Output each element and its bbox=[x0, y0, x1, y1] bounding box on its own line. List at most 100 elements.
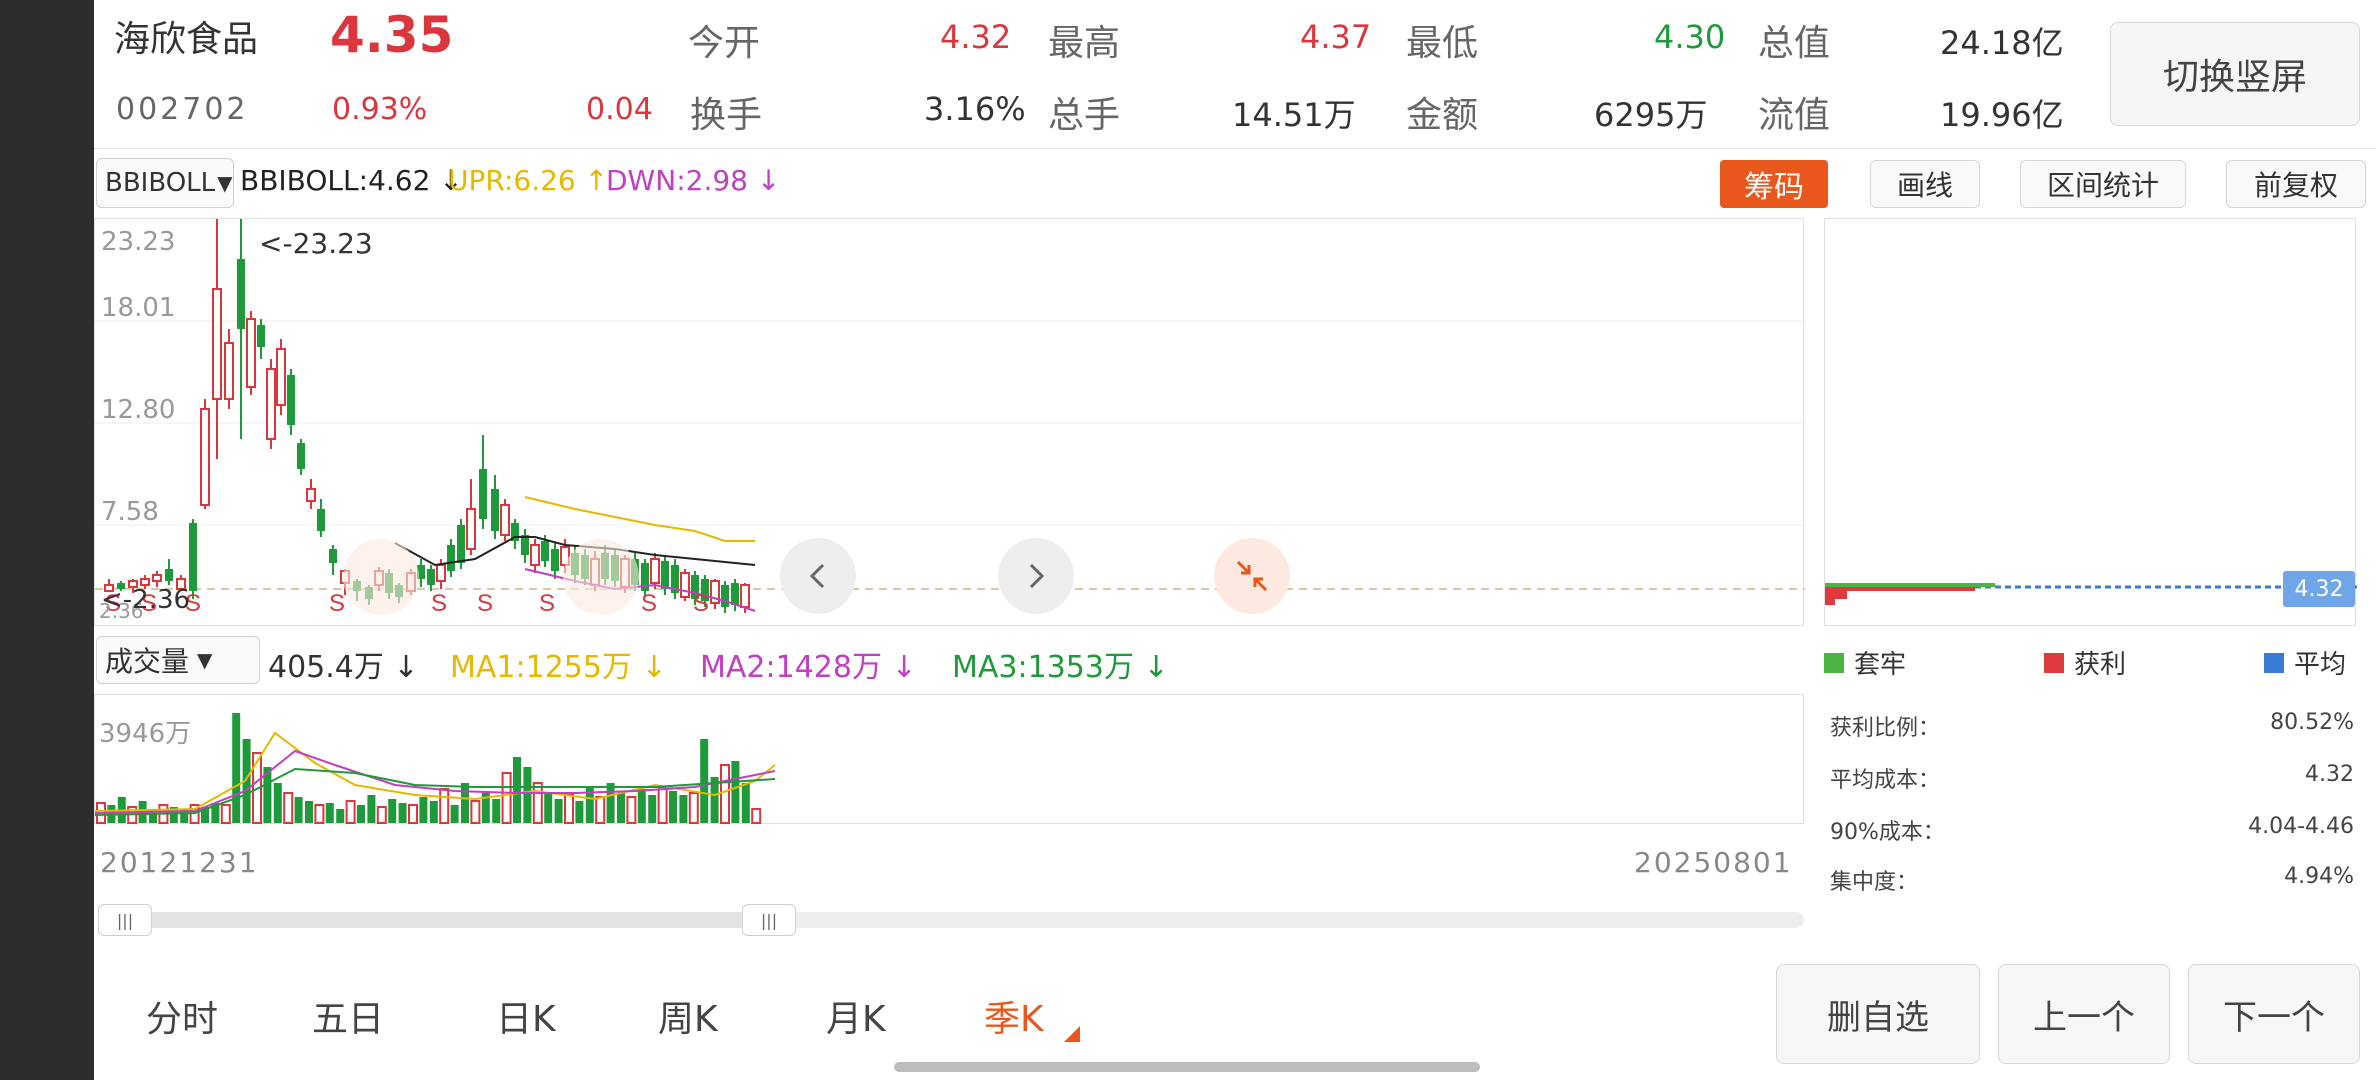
svg-text:S: S bbox=[693, 590, 709, 617]
high-value: 4.37 bbox=[1300, 18, 1372, 56]
volume-select-label: 成交量 bbox=[105, 645, 190, 678]
chip-svg bbox=[1825, 583, 2357, 605]
max-annotation: <-23.23 bbox=[259, 227, 373, 260]
high-label: 最高 bbox=[1048, 23, 1121, 64]
mktcap-label: 总值 bbox=[1758, 23, 1831, 64]
kline-chart[interactable]: SSSSSSSSS 23.23 18.01 12.80 7.58 2.36 <-… bbox=[94, 218, 1805, 626]
mktcap-value: 24.18亿 bbox=[1940, 24, 2064, 62]
stat-label-profit-ratio: 获利比例： bbox=[1830, 716, 1941, 741]
volume-value: 405.4万 ↓ bbox=[268, 650, 419, 685]
stat-label-avg-cost: 平均成本： bbox=[1830, 768, 1941, 793]
dwn-value: DWN:2.98 ↓ bbox=[606, 164, 781, 197]
range-slider-right-handle[interactable]: ||| bbox=[742, 904, 796, 936]
amount-value: 6295万 bbox=[1594, 96, 1708, 134]
end-date: 20250801 bbox=[1634, 846, 1793, 879]
stock-name: 海欣食品 bbox=[114, 19, 259, 60]
stat-value-concentration: 4.94% bbox=[2284, 864, 2354, 889]
vol-ma3: MA3:1353万 ↓ bbox=[952, 650, 1169, 685]
next-stock-button[interactable]: 下一个 bbox=[2188, 964, 2360, 1064]
change-pct: 0.93% bbox=[332, 92, 428, 127]
open-value: 4.32 bbox=[940, 18, 1012, 56]
stat-value-profit-ratio: 80.52% bbox=[2270, 710, 2354, 735]
legend-swatch bbox=[2264, 652, 2284, 673]
chip-distribution-chart: 4.32 bbox=[1824, 218, 2357, 626]
draw-line-button[interactable]: 画线 bbox=[1870, 160, 1980, 208]
chip-button[interactable]: 筹码 bbox=[1720, 160, 1828, 208]
open-label: 今开 bbox=[688, 23, 761, 64]
legend-trapped: 套牢 bbox=[1824, 644, 1906, 681]
float-label: 流值 bbox=[1758, 95, 1831, 136]
legend-profit: 获利 bbox=[2044, 644, 2126, 681]
svg-text:S: S bbox=[641, 590, 657, 617]
svg-text:S: S bbox=[477, 590, 493, 617]
scroll-left-button[interactable] bbox=[780, 538, 856, 614]
volume-indicator-select[interactable]: 成交量 ▼ bbox=[96, 636, 260, 684]
range-stats-button[interactable]: 区间统计 bbox=[2020, 160, 2186, 208]
chevron-down-icon: ▼ bbox=[197, 648, 213, 672]
volume-max-label: 3946万 bbox=[99, 719, 192, 749]
volume-svg bbox=[95, 713, 776, 824]
amount-label: 金额 bbox=[1406, 95, 1479, 136]
volume-label: 总手 bbox=[1048, 95, 1121, 136]
svg-text:S: S bbox=[539, 590, 555, 617]
left-system-bar bbox=[0, 0, 94, 1080]
legend-swatch bbox=[2044, 652, 2064, 673]
stat-label-90-cost: 90%成本： bbox=[1830, 820, 1945, 845]
tab-intraday[interactable]: 分时 bbox=[146, 990, 218, 1042]
price-adjust-button[interactable]: 前复权 bbox=[2226, 160, 2366, 208]
header-divider bbox=[94, 148, 2376, 149]
low-label: 最低 bbox=[1406, 23, 1479, 64]
indicator-select-label: BBIBOLL bbox=[105, 168, 216, 198]
upr-value: UPR:6.26 ↑ bbox=[448, 164, 609, 197]
chevron-down-icon: ▼ bbox=[217, 171, 233, 195]
legend-label: 获利 bbox=[2074, 650, 2127, 680]
vol-ma1: MA1:1255万 ↓ bbox=[450, 650, 667, 685]
shrink-arrows-icon bbox=[1236, 560, 1268, 592]
svg-text:S: S bbox=[329, 590, 345, 617]
stock-code: 002702 bbox=[116, 92, 249, 127]
svg-text:S: S bbox=[431, 590, 447, 617]
turnover-value: 3.16% bbox=[924, 90, 1026, 128]
legend-swatch bbox=[1824, 652, 1844, 673]
current-price-tag: 4.32 bbox=[2283, 571, 2355, 607]
kline-svg: SSSSSSSSS bbox=[95, 219, 1805, 617]
legend-label: 平均 bbox=[2294, 650, 2347, 680]
y-label-2: 18.01 bbox=[101, 293, 176, 323]
start-date: 20121231 bbox=[100, 846, 259, 879]
stat-value-90-cost: 4.04-4.46 bbox=[2248, 814, 2354, 839]
range-slider-left-handle[interactable]: ||| bbox=[98, 904, 152, 936]
stat-value-avg-cost: 4.32 bbox=[2305, 762, 2354, 787]
tab-dropdown-corner-icon bbox=[1064, 1026, 1080, 1042]
shrink-button[interactable] bbox=[1214, 538, 1290, 614]
switch-portrait-button[interactable]: 切换竖屏 bbox=[2110, 22, 2360, 126]
tab-five-day[interactable]: 五日 bbox=[312, 990, 384, 1042]
tab-daily-k[interactable]: 日K bbox=[496, 990, 556, 1042]
chevron-left-icon bbox=[809, 563, 825, 589]
previous-stock-button[interactable]: 上一个 bbox=[1998, 964, 2170, 1064]
tab-weekly-k[interactable]: 周K bbox=[658, 990, 718, 1042]
tab-monthly-k[interactable]: 月K bbox=[826, 990, 886, 1042]
delete-watchlist-button[interactable]: 删自选 bbox=[1776, 964, 1980, 1064]
low-value: 4.30 bbox=[1654, 18, 1726, 56]
min-annotation: <-2.36 bbox=[101, 585, 191, 615]
scroll-right-button[interactable] bbox=[998, 538, 1074, 614]
home-indicator bbox=[894, 1062, 1480, 1072]
y-label-3: 12.80 bbox=[101, 395, 176, 425]
vol-ma2: MA2:1428万 ↓ bbox=[700, 650, 917, 685]
legend-label: 套牢 bbox=[1854, 650, 1907, 680]
y-label-max: 23.23 bbox=[101, 227, 176, 257]
float-value: 19.96亿 bbox=[1940, 96, 2064, 134]
chevron-right-icon bbox=[1029, 563, 1045, 589]
legend-average: 平均 bbox=[2264, 644, 2346, 681]
stat-label-concentration: 集中度： bbox=[1830, 870, 1919, 895]
stock-price: 4.35 bbox=[330, 6, 454, 64]
tab-quarterly-k[interactable]: 季K bbox=[984, 990, 1044, 1042]
indicator-select[interactable]: BBIBOLL ▼ bbox=[96, 158, 234, 208]
change-amt: 0.04 bbox=[586, 92, 653, 127]
volume-value: 14.51万 bbox=[1232, 96, 1356, 134]
bbi-value: BBIBOLL:4.62 ↓ bbox=[240, 164, 463, 197]
range-slider-selection bbox=[126, 912, 772, 928]
turnover-label: 换手 bbox=[690, 95, 763, 136]
volume-chart[interactable]: 3946万 bbox=[94, 694, 1804, 824]
y-label-4: 7.58 bbox=[101, 497, 159, 527]
